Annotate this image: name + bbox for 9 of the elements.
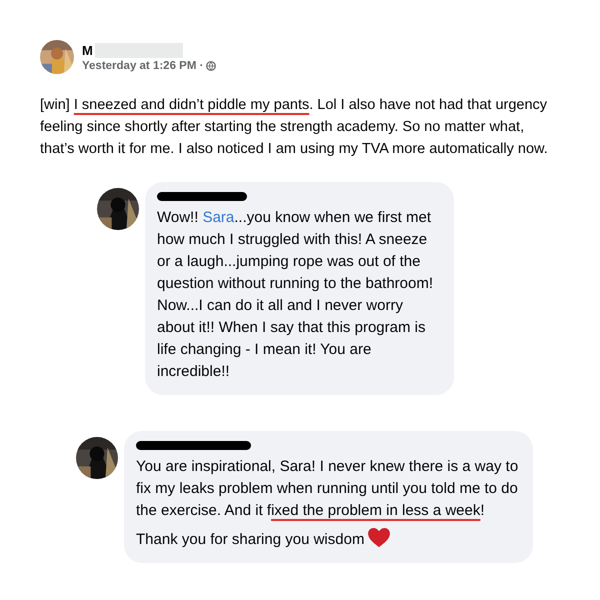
mention-link[interactable]: Sara — [202, 209, 234, 226]
heart-icon — [368, 528, 390, 548]
comment-text: Wow!! Sara...you know when we first met how much I struggled with this! A sneeze or a laugh...jumping rope was out of the question without running to the bathroom! Now...I can do it all and I never worry about it!! When I say that this program is life changing - I mean it! You are incredible!! — [157, 208, 434, 382]
post-time[interactable]: Yesterday at 1:26 PM · — [82, 60, 204, 72]
post-text: [win] I sneezed and didn’t piddle my pants. Lol I also have not had that urgency feeling since shortly after starting the strength academy. So no matter what, that’s worth it for me. I also noticed I am using my TVA more automatically now. — [40, 96, 549, 159]
comment-text: Thank you for sharing you wisdom — [136, 528, 521, 551]
author-name[interactable]: M — [82, 42, 93, 58]
comment-text: You are inspirational, Sara! I never knew there is a way to fix my leaks problem when running until you told me to do the exercise. And it fixed the problem in less a week! — [136, 457, 520, 521]
globe-icon — [206, 60, 216, 70]
